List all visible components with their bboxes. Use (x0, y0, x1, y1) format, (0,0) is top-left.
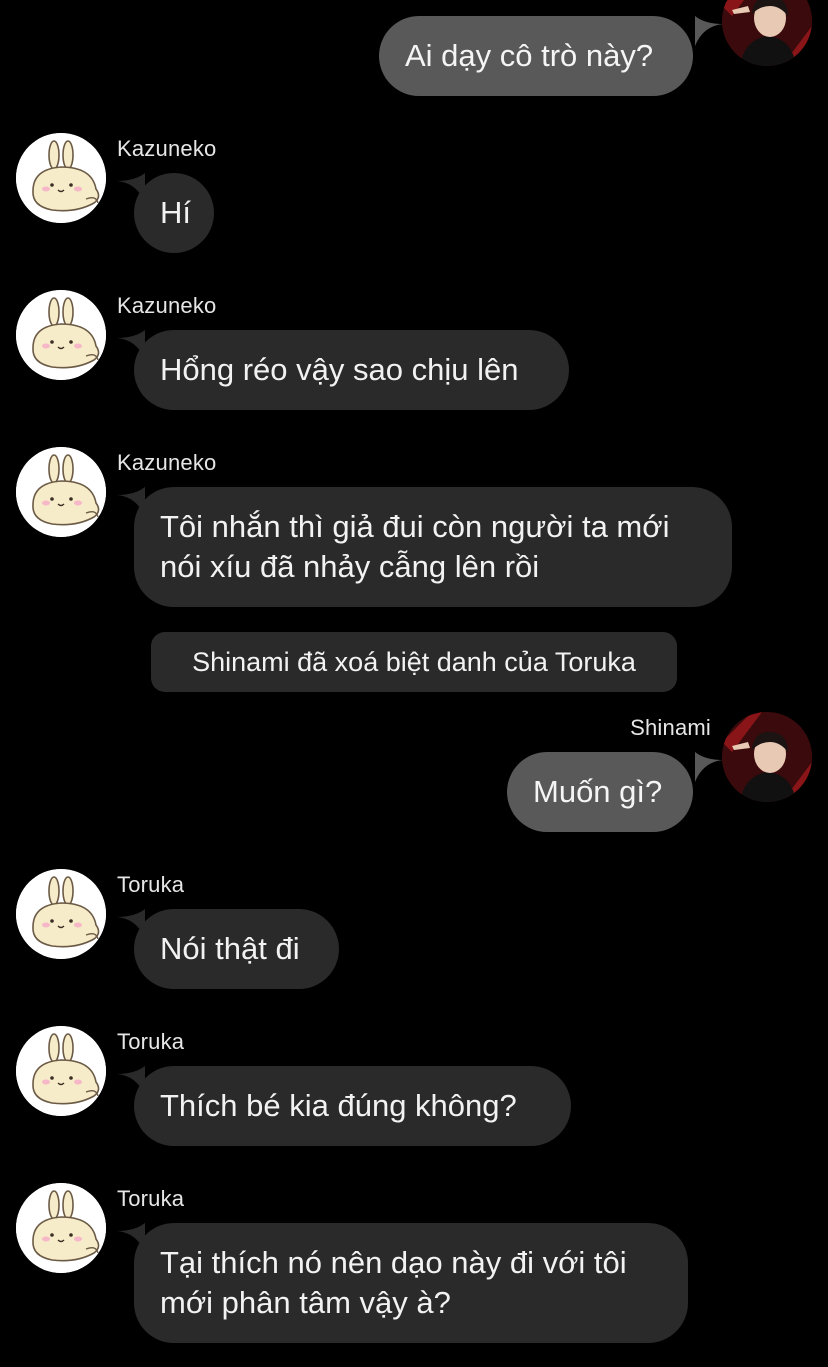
sender-name: Shinami (630, 715, 711, 740)
bubble-tail (693, 16, 723, 46)
avatar-image (16, 1183, 106, 1273)
message-bubble[interactable]: Hí (134, 173, 214, 253)
sender-name: Toruka (117, 1186, 185, 1211)
avatar[interactable] (722, 0, 812, 66)
avatar[interactable] (16, 869, 106, 959)
sender-name: Kazuneko (117, 136, 217, 161)
system-notice: Shinami đã xoá biệt danh của Toruka (151, 632, 677, 692)
avatar[interactable] (16, 133, 106, 223)
avatar[interactable] (16, 1026, 106, 1116)
avatar[interactable] (16, 447, 106, 537)
message-bubble[interactable]: Nói thật đi (134, 909, 339, 989)
message-bubble[interactable]: Tôi nhắn thì giả đui còn người ta mới nó… (134, 487, 732, 607)
message-bubble[interactable]: Hổng réo vậy sao chịu lên (134, 330, 569, 410)
sender-name: Kazuneko (117, 293, 217, 318)
avatar-image (16, 869, 106, 959)
avatar-image (722, 712, 812, 802)
avatar-image (16, 290, 106, 380)
message-bubble[interactable]: Thích bé kia đúng không? (134, 1066, 571, 1146)
avatar-image (16, 133, 106, 223)
avatar[interactable] (16, 1183, 106, 1273)
avatar[interactable] (722, 712, 812, 802)
avatar-image (16, 1026, 106, 1116)
sender-name: Toruka (117, 1029, 185, 1054)
message-bubble[interactable]: Muốn gì? (507, 752, 693, 832)
avatar-image (722, 0, 812, 66)
sender-name: Toruka (117, 872, 185, 897)
avatar[interactable] (16, 290, 106, 380)
bubble-tail (693, 752, 723, 782)
avatar-image (16, 447, 106, 537)
sender-name: Kazuneko (117, 450, 217, 475)
message-bubble[interactable]: Tại thích nó nên dạo này đi với tôi mới … (134, 1223, 688, 1343)
message-bubble[interactable]: Ai dạy cô trò này? (379, 16, 693, 96)
